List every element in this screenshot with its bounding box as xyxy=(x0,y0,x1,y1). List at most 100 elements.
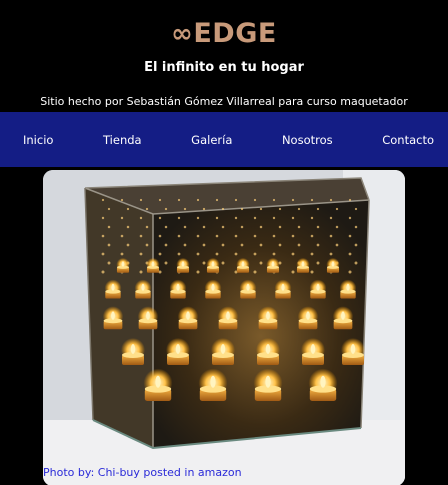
tagline: El infinito en tu hogar xyxy=(144,60,304,75)
reflection-light xyxy=(310,234,314,238)
nav-item-galeria[interactable]: Galería xyxy=(191,133,232,147)
tealight-candle xyxy=(256,338,280,365)
reflection-light xyxy=(310,270,314,274)
reflection-light xyxy=(310,216,314,220)
tealight-candle xyxy=(169,279,187,299)
reflection-light xyxy=(221,243,225,247)
reflection-light xyxy=(196,252,200,256)
tealight-candle xyxy=(296,257,310,273)
site-logo[interactable]: ∞EDGE xyxy=(0,18,448,49)
reflection-light xyxy=(335,243,339,247)
tealight-candle xyxy=(239,279,257,299)
reflection-light xyxy=(272,252,276,256)
reflection-light xyxy=(348,216,352,220)
reflection-light xyxy=(126,225,130,229)
reflection-light xyxy=(139,234,143,238)
tealight-candle xyxy=(116,257,130,273)
reflection-light xyxy=(126,207,130,211)
nav-item-inicio[interactable]: Inicio xyxy=(23,133,53,147)
reflection-light xyxy=(202,261,206,265)
reflection-light xyxy=(354,261,358,265)
reflection-light xyxy=(221,207,225,211)
reflection-light xyxy=(120,234,124,238)
reflection-light xyxy=(329,216,333,220)
reflection-light xyxy=(145,243,149,247)
reflection-light xyxy=(234,252,238,256)
reflection-light xyxy=(297,207,301,211)
reflection-light xyxy=(297,225,301,229)
reflection-light xyxy=(278,207,282,211)
reflection-light xyxy=(215,234,219,238)
reflection-light xyxy=(329,198,333,202)
reflection-light xyxy=(354,225,358,229)
reflection-light xyxy=(259,225,263,229)
reflection-light xyxy=(139,270,143,274)
tealight-candle xyxy=(102,306,124,330)
tealight-candle xyxy=(339,279,357,299)
reflection-light xyxy=(291,216,295,220)
reflection-light xyxy=(272,234,276,238)
tealight-candle xyxy=(217,306,239,330)
reflection-light xyxy=(335,207,339,211)
nav-item-nosotros[interactable]: Nosotros xyxy=(282,133,333,147)
logo-text: EDGE xyxy=(193,18,277,49)
reflection-light xyxy=(177,234,181,238)
tealight-candle xyxy=(301,338,325,365)
reflection-light xyxy=(291,252,295,256)
reflection-light xyxy=(278,243,282,247)
reflection-light xyxy=(202,243,206,247)
reflection-light xyxy=(202,207,206,211)
reflection-light xyxy=(259,261,263,265)
reflection-light xyxy=(196,198,200,202)
photo-credit[interactable]: Photo by: Chi-buy posted in amazon xyxy=(43,466,242,479)
reflection-light xyxy=(196,234,200,238)
reflection-light xyxy=(202,225,206,229)
reflection-light xyxy=(215,198,219,202)
reflection-light xyxy=(316,207,320,211)
nav-item-tienda[interactable]: Tienda xyxy=(103,133,142,147)
tealight-candle xyxy=(166,338,190,365)
reflection-light xyxy=(291,270,295,274)
reflection-light xyxy=(126,243,130,247)
tealight-candle xyxy=(176,257,190,273)
reflection-light xyxy=(101,198,105,202)
reflection-light xyxy=(101,252,105,256)
reflection-light xyxy=(348,234,352,238)
tealight-candle xyxy=(308,368,338,401)
tealight-candle xyxy=(177,306,199,330)
reflection-light xyxy=(316,225,320,229)
reflection-light xyxy=(196,270,200,274)
hero-section: Photo by: Chi-buy posted in amazon xyxy=(0,167,448,485)
reflection-light xyxy=(278,225,282,229)
reflection-light xyxy=(107,261,111,265)
reflection-light xyxy=(158,252,162,256)
reflection-light xyxy=(329,234,333,238)
reflection-light xyxy=(253,234,257,238)
tealight-candle xyxy=(143,368,173,401)
reflection-light xyxy=(253,270,257,274)
infinity-mirror-cube-illustration xyxy=(43,170,405,485)
reflection-light xyxy=(310,198,314,202)
reflection-light xyxy=(107,243,111,247)
reflection-light xyxy=(183,207,187,211)
reflection-light xyxy=(234,216,238,220)
tealight-candle xyxy=(332,306,354,330)
reflection-light xyxy=(221,225,225,229)
tealight-candle xyxy=(198,368,228,401)
reflection-light xyxy=(253,252,257,256)
reflection-light xyxy=(348,270,352,274)
reflection-light xyxy=(183,243,187,247)
reflection-light xyxy=(316,261,320,265)
reflection-light xyxy=(139,198,143,202)
tealight-candle xyxy=(274,279,292,299)
reflection-light xyxy=(120,252,124,256)
reflection-light xyxy=(139,252,143,256)
reflection-light xyxy=(145,207,149,211)
reflection-light xyxy=(335,225,339,229)
site-header: ∞EDGE El infinito en tu hogar Sitio hech… xyxy=(0,0,448,112)
reflection-light xyxy=(177,252,181,256)
reflection-light xyxy=(120,216,124,220)
hero-image-infinity-cube xyxy=(43,170,405,485)
tealight-candle xyxy=(236,257,250,273)
nav-item-contacto[interactable]: Contacto xyxy=(382,133,434,147)
